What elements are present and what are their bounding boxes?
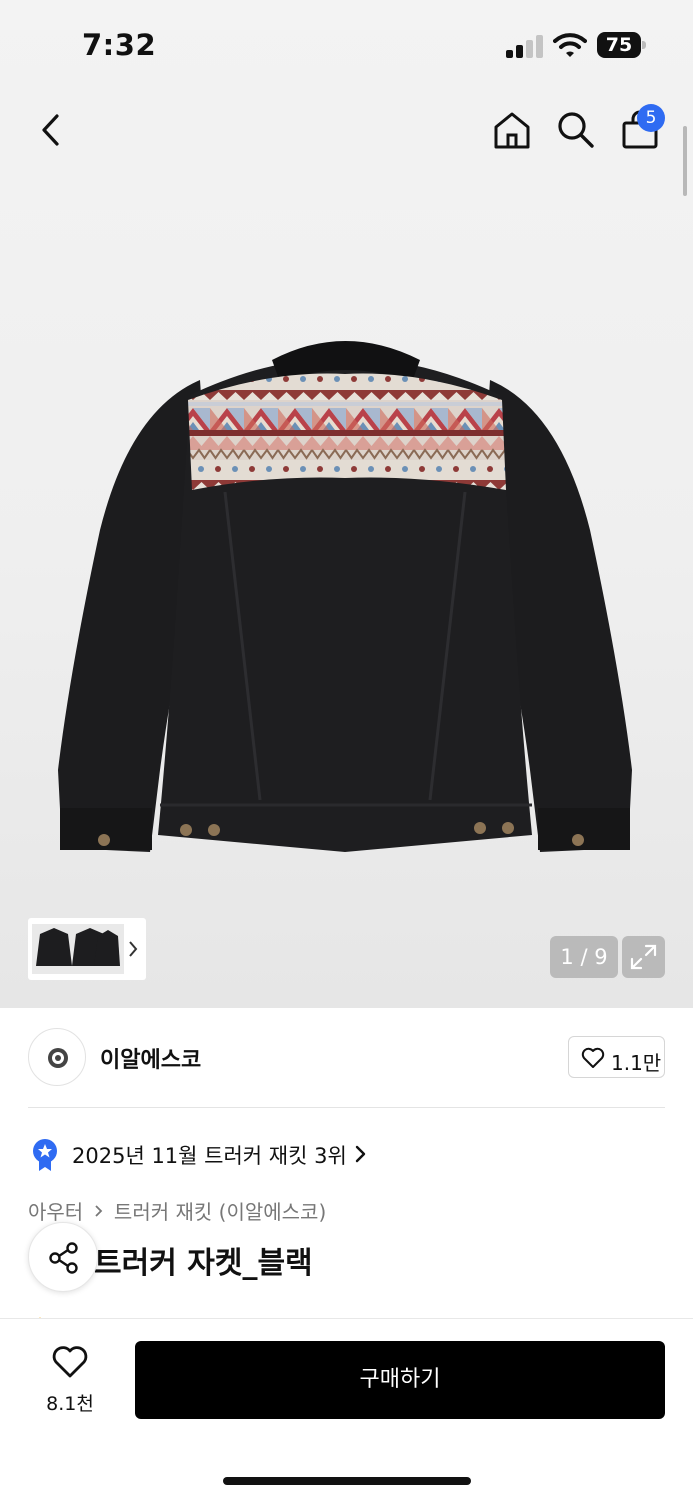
rating-row-peek	[28, 1310, 328, 1318]
battery-level: 75	[597, 32, 641, 58]
wishlist-button[interactable]: 8.1천	[28, 1343, 112, 1415]
heart-icon	[52, 1346, 88, 1378]
brand-row: 이알에스코 1.1만	[28, 1028, 665, 1086]
brand-like-count: 1.1만	[611, 1051, 662, 1075]
home-button[interactable]	[490, 108, 534, 152]
wifi-icon	[553, 32, 587, 58]
search-icon	[558, 112, 594, 148]
image-counter: 1 / 9	[550, 936, 618, 978]
search-button[interactable]	[554, 108, 598, 152]
scroll-indicator	[683, 126, 687, 196]
expand-icon	[630, 944, 657, 970]
breadcrumb: 아우터 트러커 재킷 (이알에스코)	[28, 1196, 326, 1225]
thumbnail-image	[32, 924, 138, 974]
breadcrumb-item-category[interactable]: 트러커 재킷 (이알에스코)	[114, 1200, 326, 1224]
buy-button[interactable]: 구매하기	[135, 1341, 665, 1419]
breadcrumb-item-outer[interactable]: 아우터	[28, 1200, 83, 1224]
chevron-right-icon	[355, 1145, 366, 1163]
share-icon	[49, 1242, 78, 1274]
brand-name[interactable]: 이알에스코	[100, 1042, 201, 1074]
product-title: 트러커 자켓_블랙	[94, 1246, 313, 1281]
chevron-right-icon	[94, 1200, 104, 1224]
home-icon	[494, 112, 530, 149]
ranking-text: 2025년 11월 트러커 재킷 3위	[72, 1144, 347, 1168]
product-gallery[interactable]: 7:32 75 5 1 / 9	[0, 0, 693, 1008]
cart-count-badge: 5	[637, 104, 665, 132]
thumbnail-strip[interactable]	[28, 918, 146, 980]
brand-like-button[interactable]: 1.1만	[568, 1036, 665, 1078]
expand-button[interactable]	[622, 936, 665, 978]
brand-logo[interactable]	[28, 1028, 86, 1086]
heart-icon	[581, 1047, 605, 1068]
product-image[interactable]	[40, 300, 650, 900]
share-button[interactable]	[28, 1222, 98, 1292]
back-button[interactable]	[30, 108, 70, 152]
divider	[28, 1107, 665, 1108]
home-indicator	[223, 1477, 471, 1485]
bottom-action-bar: 8.1천 구매하기	[0, 1318, 693, 1500]
status-time: 7:32	[82, 28, 157, 62]
battery-icon: 75	[597, 32, 647, 58]
ranking-badge-icon	[33, 1139, 57, 1171]
cellular-signal-icon	[506, 34, 544, 58]
status-bar: 7:32 75	[0, 0, 693, 90]
wishlist-count: 8.1천	[46, 1393, 94, 1415]
back-arrow-icon	[42, 114, 59, 146]
chevron-right-icon	[129, 941, 138, 957]
